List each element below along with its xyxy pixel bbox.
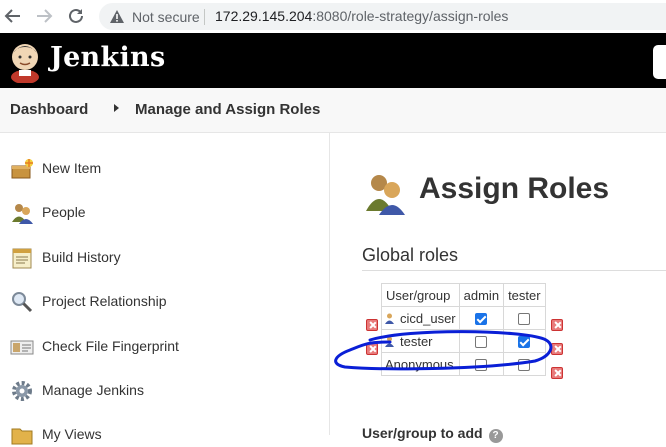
sidebar-item-new-item[interactable]: New Item (10, 157, 320, 181)
page-header: Jenkins (0, 33, 666, 88)
divider (362, 270, 666, 271)
breadcrumb-manage-assign-roles[interactable]: Manage and Assign Roles (135, 101, 320, 118)
back-icon[interactable] (2, 5, 24, 27)
address-bar[interactable]: Not secure 172.29.145.204:8080/role-stra… (99, 3, 666, 30)
sidebar-item-build-history[interactable]: Build History (10, 246, 320, 270)
divider (204, 9, 205, 25)
warning-icon[interactable] (109, 9, 125, 25)
global-roles-table: User/group admin tester cicd_user tester… (381, 283, 546, 376)
tester-cell (503, 306, 546, 330)
assign-roles-icon (366, 175, 405, 215)
role-checkbox-tester[interactable] (518, 313, 531, 326)
chevron-right-icon[interactable] (114, 104, 119, 112)
browser-toolbar: Not secure 172.29.145.204:8080/role-stra… (0, 0, 666, 33)
user-icon (385, 336, 394, 347)
sidebar-item-label: Manage Jenkins (42, 382, 144, 398)
sidebar-item-label: Project Relationship (42, 293, 167, 309)
tester-cell (503, 329, 546, 353)
not-secure-label[interactable]: Not secure (132, 9, 200, 25)
sidebar-item-label: Build History (42, 249, 121, 265)
fingerprint-icon (10, 340, 34, 355)
delete-row-icon[interactable] (551, 319, 563, 331)
app-name[interactable]: Jenkins (50, 42, 165, 73)
sidebar-item-label: New Item (42, 160, 102, 176)
delete-row-icon[interactable] (366, 343, 378, 355)
sidebar-item-project-relationship[interactable]: Project Relationship (10, 290, 320, 314)
sidebar-item-label: People (42, 204, 86, 220)
sidebar-item-check-file-fingerprint[interactable]: Check File Fingerprint (10, 335, 320, 359)
role-checkbox-admin[interactable] (475, 313, 488, 326)
column-header-user-group: User/group (381, 283, 460, 307)
breadcrumb-dashboard[interactable]: Dashboard (10, 101, 88, 118)
forward-icon[interactable] (33, 5, 55, 27)
sidebar-item-label: Check File Fingerprint (42, 338, 179, 354)
jenkins-butler-icon[interactable] (8, 39, 42, 83)
admin-cell (458, 352, 505, 376)
role-checkbox-admin[interactable] (475, 359, 488, 372)
reload-icon[interactable] (65, 5, 87, 27)
delete-row-icon[interactable] (366, 319, 378, 331)
add-user-label: User/group to add (362, 425, 483, 441)
column-header-admin: admin (458, 283, 505, 307)
sidebar-item-people[interactable]: People (10, 201, 320, 225)
table-row: tester (381, 329, 546, 353)
role-checkbox-tester[interactable] (518, 359, 531, 372)
role-checkbox-admin[interactable] (475, 336, 488, 349)
header-search-box[interactable] (653, 45, 666, 79)
add-user-group-label: User/group to add? (362, 425, 503, 443)
sidebar-item-manage-jenkins[interactable]: Manage Jenkins (10, 379, 320, 403)
table-row: cicd_user (381, 306, 546, 330)
table-header-row: User/group admin tester (381, 283, 546, 307)
breadcrumb: Dashboard Manage and Assign Roles (0, 88, 666, 133)
url-host: 172.29.145.204 (215, 8, 313, 24)
admin-cell (458, 329, 505, 353)
user-cell: tester (381, 329, 460, 353)
user-cell: Anonymous (381, 352, 460, 376)
url-text[interactable]: 172.29.145.204:8080/role-strategy/assign… (215, 8, 508, 24)
user-icon (385, 313, 394, 324)
user-name: cicd_user (400, 310, 456, 326)
global-roles-title: Global roles (362, 245, 459, 265)
column-header-tester: tester (503, 283, 546, 307)
user-cell: cicd_user (381, 306, 460, 330)
user-name: tester (400, 333, 433, 349)
table-row: Anonymous (381, 352, 546, 376)
user-name: Anonymous (385, 356, 454, 372)
help-icon[interactable]: ? (488, 429, 503, 443)
people-icon (12, 204, 33, 224)
delete-row-icon[interactable] (551, 343, 563, 355)
tester-cell (503, 352, 546, 376)
notepad-icon (12, 248, 32, 269)
delete-row-icon[interactable] (551, 367, 563, 379)
page-title: Assign Roles (419, 172, 610, 205)
gear-icon (12, 381, 32, 401)
role-checkbox-tester[interactable] (518, 336, 531, 349)
new-item-icon (11, 159, 33, 179)
folder-icon (11, 428, 33, 445)
magnifier-icon (12, 292, 33, 313)
url-path: :8080/role-strategy/assign-roles (312, 8, 509, 24)
sidebar-item-label: My Views (42, 426, 102, 442)
sidebar-item-my-views[interactable]: My Views (10, 423, 320, 447)
admin-cell (458, 306, 505, 330)
